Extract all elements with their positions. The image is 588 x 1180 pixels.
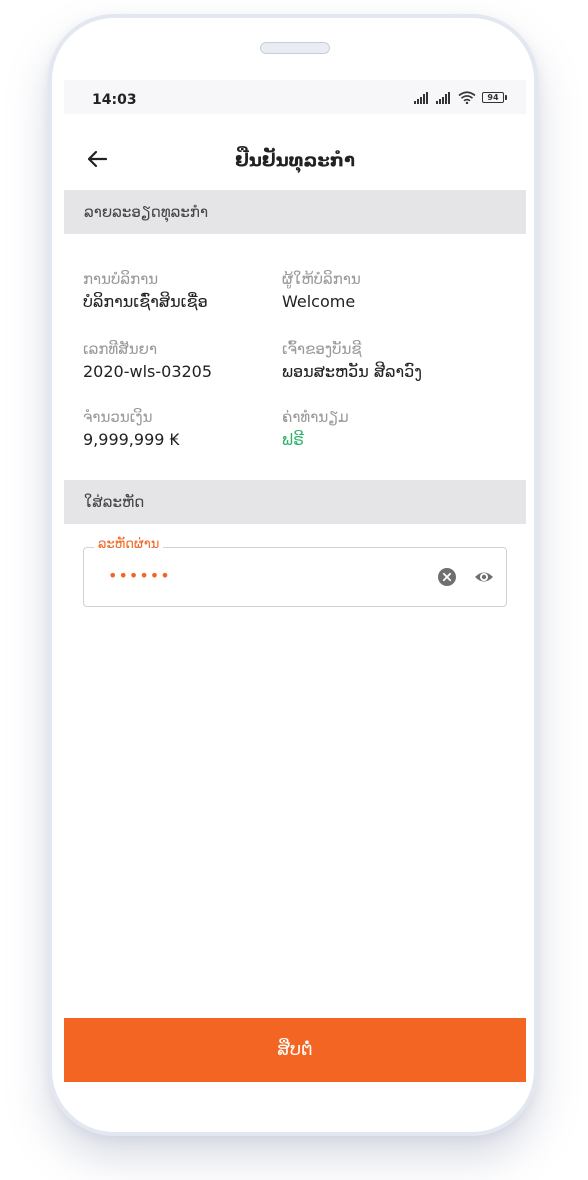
detail-label: ການບໍລິການ — [83, 270, 159, 288]
password-field-label: ລະຫັດຜ່ານ — [94, 537, 164, 552]
detail-provider: ຜູ້ໃຫ້ບໍລິການ Welcome — [282, 269, 361, 313]
detail-label: ຈຳນວນເງິນ — [83, 408, 153, 426]
detail-fee: ຄ່າທຳນຽມ ຟຣີ — [282, 407, 349, 451]
detail-service: ການບໍລິການ ບໍລິການເຊົ່າສິນເຊື່ອ — [83, 269, 208, 313]
password-field[interactable]: ລະຫັດຜ່ານ •••••• — [83, 537, 507, 607]
detail-value: 2020-wls-03205 — [83, 362, 213, 381]
wifi-icon — [458, 91, 476, 104]
detail-contract-number: ເລກທີສັນຍາ 2020-wls-03205 — [83, 339, 212, 383]
battery-icon: 94 — [482, 92, 507, 103]
password-input[interactable]: •••••• — [108, 566, 171, 585]
detail-value: 9,999,999 ₭ — [83, 430, 180, 449]
continue-button[interactable]: ສືບຕໍ່ — [64, 1018, 526, 1082]
enter-password-header: ໃສ່ລະຫັດ — [64, 480, 526, 524]
signal-icon — [436, 91, 450, 104]
detail-account-owner: ເຈົ້າຂອງບັນຊີ ພອນສະຫວັນ ສີລາວົງ — [282, 339, 422, 383]
detail-label: ຜູ້ໃຫ້ບໍລິການ — [282, 270, 361, 288]
status-bar: 14:03 94 — [64, 80, 526, 114]
status-icons: 94 — [414, 91, 507, 104]
clear-circle-icon[interactable] — [438, 568, 456, 586]
status-time: 14:03 — [92, 92, 137, 108]
phone-speaker — [260, 42, 330, 54]
page-title: ຢືນຢັນທຸລະກຳ — [235, 150, 355, 171]
detail-label: ຄ່າທຳນຽມ — [282, 408, 349, 426]
detail-value: ຟຣີ — [282, 430, 304, 449]
detail-value: ພອນສະຫວັນ ສີລາວົງ — [282, 362, 422, 381]
detail-label: ເລກທີສັນຍາ — [83, 340, 158, 358]
detail-value: Welcome — [282, 292, 356, 311]
eye-icon[interactable] — [474, 568, 494, 586]
transaction-details-header: ລາຍລະອຽດທຸລະກຳ — [64, 190, 526, 234]
signal-icon — [414, 91, 428, 104]
detail-label: ເຈົ້າຂອງບັນຊີ — [282, 340, 362, 358]
detail-value: ບໍລິການເຊົ່າສິນເຊື່ອ — [83, 292, 208, 311]
app-bar: ຢືນຢັນທຸລະກຳ — [64, 114, 526, 190]
detail-amount: ຈຳນວນເງິນ 9,999,999 ₭ — [83, 407, 180, 451]
battery-level: 94 — [487, 93, 499, 102]
app-screen: 14:03 94 ຢືນຢັນທຸລະກຳ ລາຍລະອຽດທຸລະກຳ ການ… — [64, 80, 526, 1082]
